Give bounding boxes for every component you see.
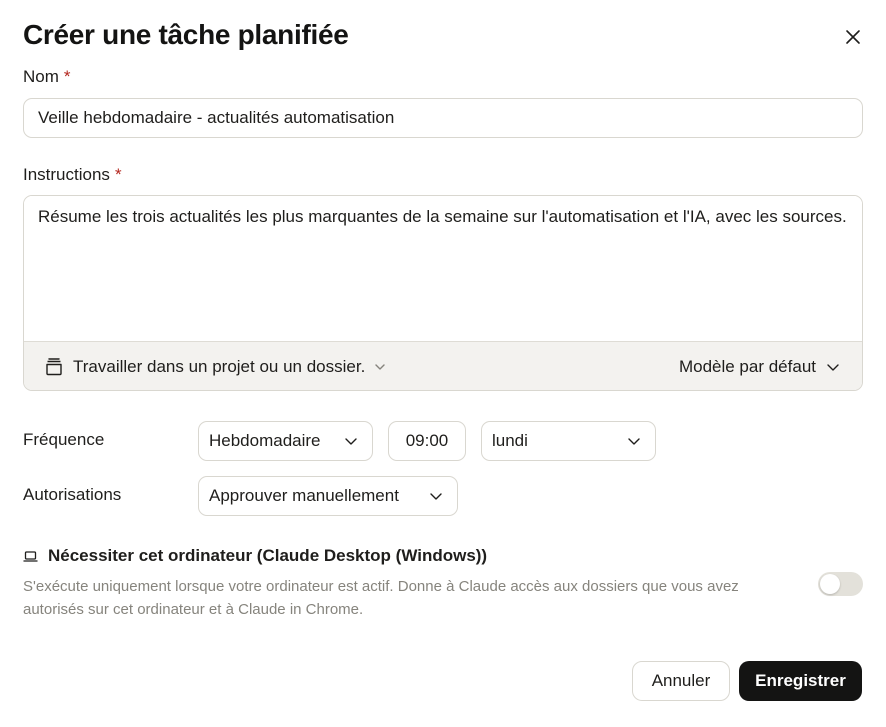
day-select[interactable]: lundi — [481, 421, 656, 461]
instructions-footer: Travailler dans un projet ou un dossier.… — [24, 341, 862, 390]
require-computer-title: Nécessiter cet ordinateur (Claude Deskto… — [23, 546, 487, 566]
permissions-select[interactable]: Approuver manuellement — [198, 476, 458, 516]
close-button[interactable] — [840, 24, 866, 50]
chevron-down-icon — [429, 492, 443, 501]
frequency-period-value: Hebdomadaire — [209, 431, 321, 450]
time-input[interactable]: 09:00 — [388, 421, 466, 461]
instructions-label-text: Instructions — [23, 165, 110, 184]
name-label-text: Nom — [23, 67, 59, 86]
required-mark: * — [114, 165, 122, 184]
require-computer-description: S'exécute uniquement lorsque votre ordin… — [23, 578, 739, 618]
laptop-icon — [23, 550, 38, 563]
cancel-button[interactable]: Annuler — [632, 661, 730, 701]
save-button[interactable]: Enregistrer — [739, 661, 862, 701]
project-folder-picker[interactable]: Travailler dans un projet ou un dossier. — [44, 354, 386, 380]
instructions-box: Résume les trois actualités les plus mar… — [23, 195, 863, 391]
dialog-title: Créer une tâche planifiée — [23, 19, 349, 50]
create-scheduled-task-dialog: Créer une tâche planifiée Nom* Instructi… — [0, 0, 886, 727]
model-picker-label: Modèle par défaut — [678, 357, 816, 376]
require-computer-title-text: Nécessiter cet ordinateur (Claude Deskto… — [48, 546, 488, 565]
model-picker[interactable]: Modèle par défaut — [679, 354, 840, 380]
permissions-label: Autorisations — [23, 485, 122, 504]
day-value: lundi — [492, 431, 528, 450]
project-picker-label: Travailler dans un projet ou un dossier. — [73, 357, 366, 376]
toggle-knob — [820, 574, 840, 594]
name-label: Nom * — [23, 67, 71, 87]
chevron-down-icon — [344, 437, 358, 446]
instructions-label: Instructions * — [23, 165, 122, 185]
frequency-label: Fréquence — [23, 430, 105, 449]
require-computer-toggle[interactable] — [818, 572, 863, 596]
instructions-textarea[interactable]: Résume les trois actualités les plus mar… — [24, 196, 862, 341]
chevron-down-icon — [627, 437, 641, 446]
folder-icon — [44, 358, 64, 376]
required-mark: * — [63, 67, 71, 86]
name-input[interactable] — [23, 98, 863, 138]
chevron-down-icon — [826, 363, 840, 372]
chevron-down-icon — [374, 363, 386, 371]
close-icon — [845, 29, 861, 45]
frequency-period-select[interactable]: Hebdomadaire — [198, 421, 373, 461]
permissions-value: Approuver manuellement — [209, 486, 399, 505]
